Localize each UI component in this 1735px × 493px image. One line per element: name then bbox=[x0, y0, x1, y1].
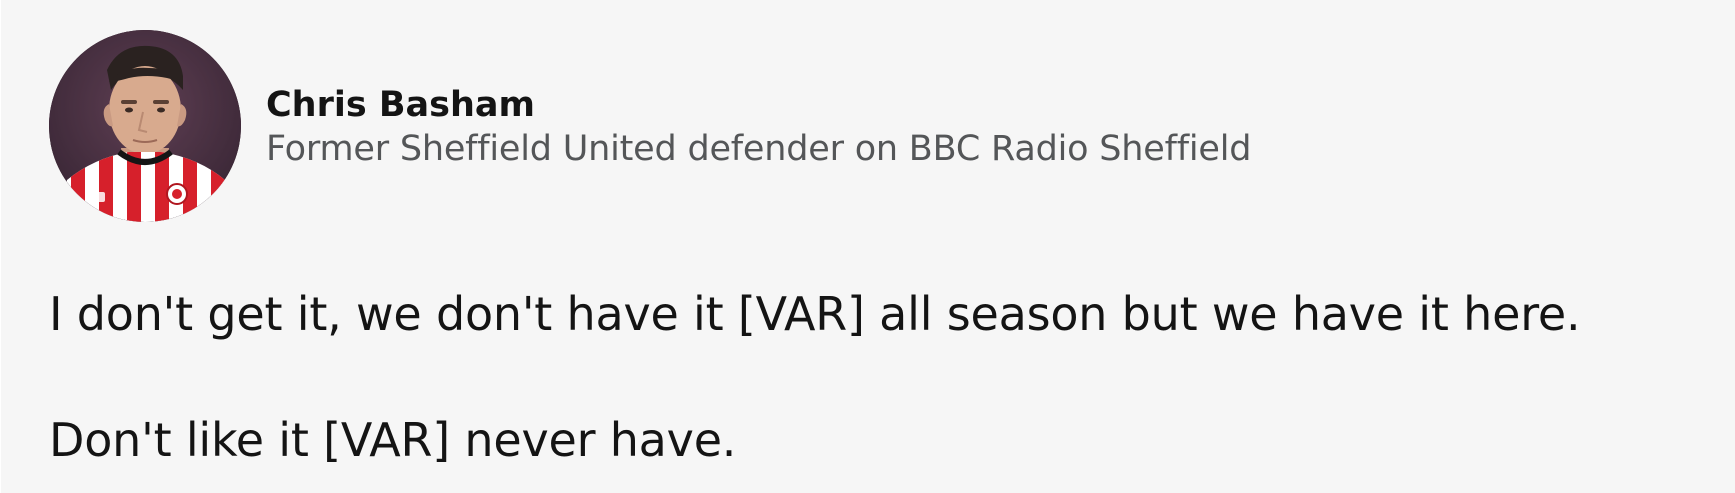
quote-paragraph-1: I don't get it, we don't have it [VAR] a… bbox=[49, 287, 1581, 341]
contributor-role: Former Sheffield United defender on BBC … bbox=[266, 129, 1252, 169]
avatar bbox=[49, 30, 241, 222]
quote-paragraph-2: Don't like it [VAR] never have. bbox=[49, 413, 737, 467]
contributor-quote-card: Chris Basham Former Sheffield United def… bbox=[1, 0, 1735, 493]
contributor-photo bbox=[49, 30, 241, 222]
contributor-header: Chris Basham Former Sheffield United def… bbox=[49, 30, 1251, 222]
contributor-name: Chris Basham bbox=[266, 85, 536, 125]
contributor-meta: Chris Basham Former Sheffield United def… bbox=[266, 83, 1251, 171]
